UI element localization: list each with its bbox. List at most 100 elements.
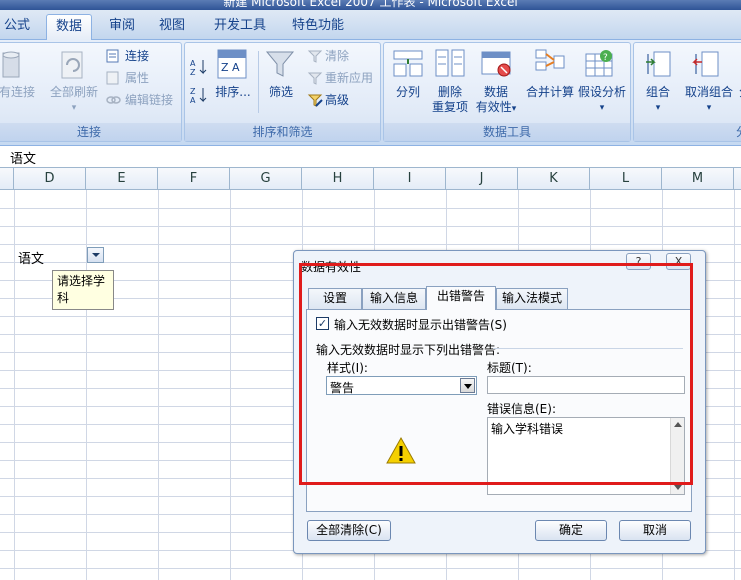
remove-duplicates-icon xyxy=(435,49,465,77)
show-error-checkbox[interactable]: ✓ xyxy=(316,317,329,330)
scroll-down-icon[interactable] xyxy=(674,485,682,490)
connections-icon xyxy=(106,49,119,63)
group-label-outline: 分 xyxy=(634,123,741,141)
error-alert-panel: ✓ 输入无效数据时显示出错警告(S) 输入无效数据时显示下列出错警告: 样式(I… xyxy=(306,309,692,512)
advanced-filter-button[interactable]: 高级 xyxy=(325,91,349,109)
ungroup-button[interactable]: 取消组合 xyxy=(680,85,738,100)
consolidate-button[interactable]: 合并计算 xyxy=(520,85,580,100)
tab-data[interactable]: 数据 xyxy=(46,14,92,41)
existing-connections-button[interactable]: 有连接 xyxy=(0,85,37,100)
remove-duplicates-label-2: 重复项 xyxy=(431,100,468,114)
column-header-i[interactable]: I xyxy=(374,168,446,190)
sort-descending-icon: Z A xyxy=(190,87,207,105)
properties-button[interactable]: 属性 xyxy=(125,69,149,87)
cancel-button[interactable]: 取消 xyxy=(619,520,691,541)
dialog-help-button[interactable]: ? xyxy=(626,253,651,270)
filter-button[interactable]: 筛选 xyxy=(261,85,301,100)
remove-duplicates-button[interactable]: 删除 重复项 xyxy=(428,85,472,115)
separator xyxy=(258,51,259,113)
column-header-h[interactable]: H xyxy=(302,168,374,190)
advanced-filter-icon xyxy=(307,94,323,107)
dialog-tab-input-message[interactable]: 输入信息 xyxy=(362,288,426,309)
reapply-filter-icon xyxy=(307,72,323,85)
tab-developer[interactable]: 开发工具 xyxy=(206,14,274,40)
svg-text:Z: Z xyxy=(190,68,196,77)
data-validation-icon xyxy=(481,51,511,77)
style-dropdown-arrow-icon[interactable] xyxy=(460,378,475,393)
section-divider xyxy=(493,348,683,349)
reapply-filter-button[interactable]: 重新应用 xyxy=(325,69,373,87)
refresh-all-button[interactable]: 全部刷新 xyxy=(49,85,99,100)
ungroup-dropdown-icon[interactable]: ▾ xyxy=(680,101,738,116)
column-header-m[interactable]: M xyxy=(662,168,734,190)
connections-button[interactable]: 连接 xyxy=(125,47,149,65)
svg-text:Z A: Z A xyxy=(221,61,240,74)
group-dropdown-icon[interactable]: ▾ xyxy=(638,101,678,116)
ok-button[interactable]: 确定 xyxy=(535,520,607,541)
refresh-all-dropdown-icon[interactable]: ▾ xyxy=(49,101,99,116)
column-header-e[interactable]: E xyxy=(86,168,158,190)
grid-line xyxy=(0,208,741,209)
style-select[interactable]: 警告 xyxy=(326,376,477,395)
dialog-tab-error-alert[interactable]: 出错警告 xyxy=(426,286,496,310)
formula-bar-content: 语文 xyxy=(10,152,37,167)
edit-links-icon xyxy=(106,96,121,104)
error-message-label: 错误信息(E): xyxy=(487,402,556,416)
group-connections: 有连接 全部刷新 ▾ 连接 属性 编辑链接 连接 xyxy=(0,42,182,142)
clear-filter-button[interactable]: 清除 xyxy=(325,47,349,65)
group-outline: 组合 ▾ 取消组合 ▾ 分 分 xyxy=(633,42,741,142)
grid-line xyxy=(0,244,741,245)
warning-icon xyxy=(386,436,416,464)
group-sort-filter: A Z Z A Z A 排序... 筛选 清除 重新应用 高级 排序和筛选 xyxy=(184,42,381,142)
tab-formulas[interactable]: 公式 xyxy=(0,14,34,40)
column-header-g[interactable]: G xyxy=(230,168,302,190)
edit-links-button[interactable]: 编辑链接 xyxy=(125,91,173,109)
data-validation-button[interactable]: 数据 有效性▾ xyxy=(472,85,520,117)
column-header-l[interactable]: L xyxy=(590,168,662,190)
what-if-dropdown-icon[interactable]: ▾ xyxy=(576,101,628,116)
window-title: 新建 Microsoft Excel 2007 工作表 - Microsoft … xyxy=(223,0,518,9)
refresh-all-icon xyxy=(61,51,83,79)
what-if-analysis-button[interactable]: 假设分析 xyxy=(576,85,628,100)
group-icon xyxy=(646,51,671,77)
remove-duplicates-label-1: 删除 xyxy=(437,85,462,99)
ribbon-tab-row: 公式 数据 审阅 视图 开发工具 特色功能 xyxy=(0,10,741,41)
svg-text:A: A xyxy=(190,59,196,68)
dialog-tab-ime-mode[interactable]: 输入法模式 xyxy=(496,288,568,309)
dialog-close-button[interactable]: X xyxy=(666,253,691,270)
tab-review[interactable]: 审阅 xyxy=(102,14,142,40)
grid-line xyxy=(0,568,741,569)
svg-text:Z: Z xyxy=(190,87,196,96)
grid-line xyxy=(158,190,159,580)
cell-d-value[interactable]: 语文 xyxy=(18,248,44,267)
formula-bar[interactable]: 语文 xyxy=(0,146,741,168)
title-field-input[interactable] xyxy=(487,376,685,394)
column-header-f[interactable]: F xyxy=(158,168,230,190)
column-header-d[interactable]: D xyxy=(14,168,86,190)
column-header-row: D E F G H I J K L M xyxy=(0,168,741,190)
tab-view[interactable]: 视图 xyxy=(152,14,192,40)
text-to-columns-icon xyxy=(393,50,423,77)
ribbon: 有连接 全部刷新 ▾ 连接 属性 编辑链接 连接 A Z Z A Z A 排序.… xyxy=(0,40,741,146)
error-message-scrollbar[interactable] xyxy=(670,418,684,494)
column-header-partial[interactable] xyxy=(0,168,14,190)
data-validation-dialog: 数据有效性 ? X 设置 输入信息 出错警告 输入法模式 ✓ 输入无效数据时显示… xyxy=(293,250,706,554)
error-message-input[interactable]: 输入学科错误 xyxy=(487,417,685,495)
group-label-sort-filter: 排序和筛选 xyxy=(185,123,380,141)
data-validation-label-1: 数据 xyxy=(483,85,508,99)
clear-filter-icon xyxy=(307,50,323,63)
column-header-j[interactable]: J xyxy=(446,168,518,190)
column-header-k[interactable]: K xyxy=(518,168,590,190)
group-button[interactable]: 组合 xyxy=(638,85,678,100)
text-to-columns-button[interactable]: 分列 xyxy=(388,85,428,100)
group-label-connections: 连接 xyxy=(0,123,181,141)
group-data-tools: 分列 删除 重复项 数据 有效性▾ 合并计算 ? 假设分析 ▾ 数据工具 xyxy=(383,42,631,142)
scroll-up-icon[interactable] xyxy=(674,422,682,427)
tab-special-features[interactable]: 特色功能 xyxy=(284,14,352,40)
sort-button[interactable]: 排序... xyxy=(211,85,255,100)
input-message-tooltip: 请选择学科 xyxy=(52,270,114,310)
cell-dropdown-button[interactable] xyxy=(87,247,104,263)
dialog-tab-settings[interactable]: 设置 xyxy=(308,288,362,309)
grid-line xyxy=(734,190,735,580)
clear-all-button[interactable]: 全部清除(C) xyxy=(307,520,391,541)
